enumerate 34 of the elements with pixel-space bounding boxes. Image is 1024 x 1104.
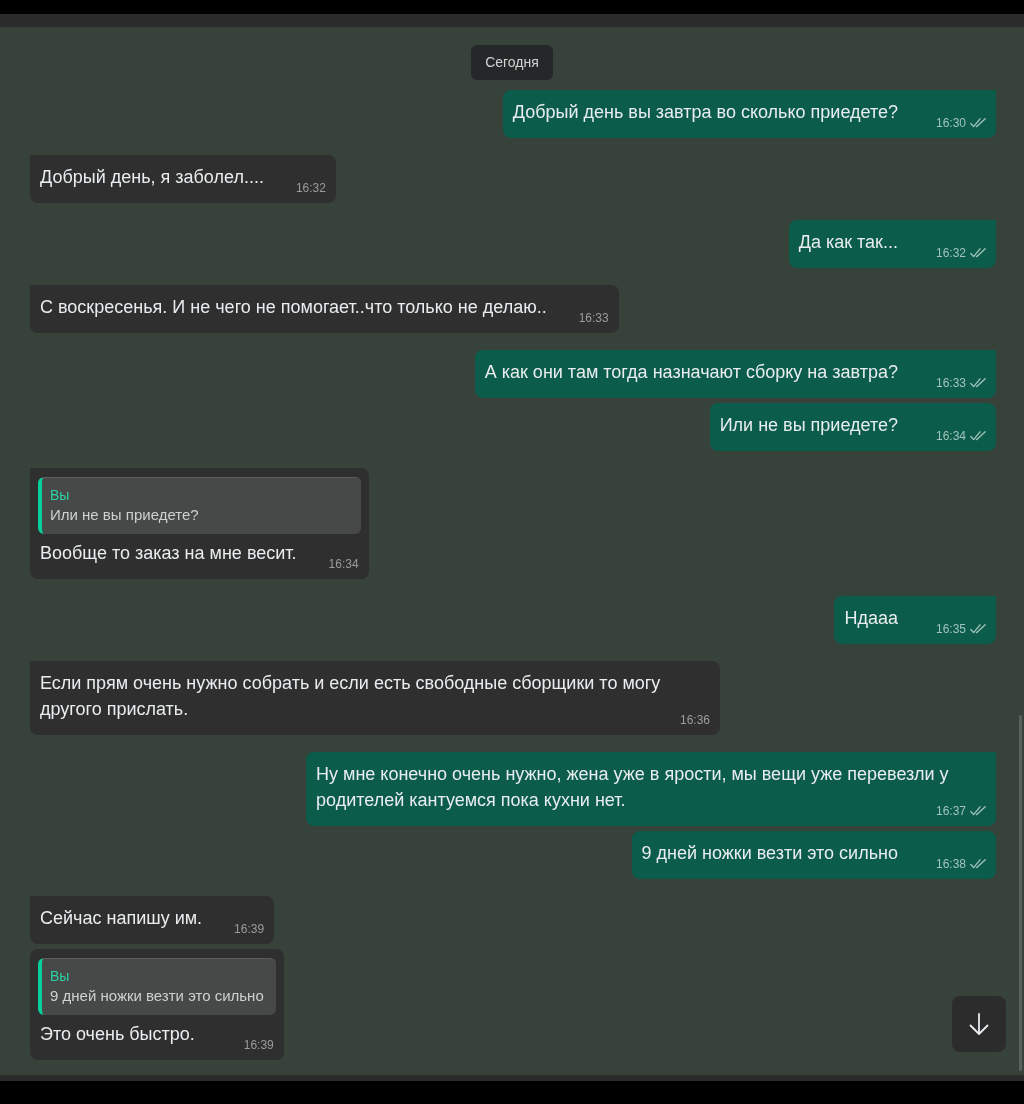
message-text: Сейчас напишу им.	[40, 908, 203, 928]
message-time: 16:30	[935, 116, 966, 130]
quote-author: Вы	[50, 967, 71, 985]
quoted-message[interactable]: Вы Или не вы приедете?	[38, 477, 361, 534]
quoted-message[interactable]: Вы 9 дней ножки везти это сильно	[38, 958, 276, 1015]
message-time: 16:39	[243, 1038, 274, 1052]
scroll-down-button[interactable]	[952, 996, 1006, 1052]
message-text: Это очень быстро.	[40, 1024, 195, 1044]
message-time: 16:33	[935, 376, 966, 390]
message-text: Ндааа	[844, 608, 898, 628]
arrow-down-icon	[969, 1013, 989, 1035]
message-text: 9 дней ножки везти это сильно	[641, 843, 898, 863]
message-time: 16:36	[679, 713, 710, 727]
message-time: 16:34	[935, 429, 966, 443]
quote-text: Или не вы приедете?	[50, 505, 200, 525]
message-text: Да как так...	[798, 232, 898, 252]
message-text: Вообще то заказ на мне весит.	[40, 543, 297, 563]
quote-author: Вы	[50, 486, 71, 504]
message-text: Если прям очень нужно собрать и если есть свободные сборщики то могу другого прислать.	[40, 673, 661, 719]
message-time: 16:39	[234, 922, 265, 936]
date-chip: Сегодня	[471, 45, 553, 80]
message-text: Добрый день, я заболел....	[40, 167, 264, 187]
message-time: 16:38	[935, 857, 966, 871]
message-time: 16:34	[328, 557, 359, 571]
message-text: Или не вы приедете?	[719, 415, 898, 435]
message-text: Добрый день вы завтра во сколько приедете?	[512, 102, 898, 122]
message-time: 16:35	[935, 622, 966, 636]
message-text: А как они там тогда назначают сборку на завтра?	[484, 362, 898, 382]
message-time: 16:33	[578, 311, 609, 325]
message-text: С воскресенья. И не чего не помогает..что только не делаю..	[40, 297, 547, 317]
message-time: 16:32	[935, 246, 966, 260]
quote-text: 9 дней ножки везти это сильно	[50, 986, 264, 1006]
message-time: 16:32	[295, 181, 326, 195]
scrollbar-thumb[interactable]	[1019, 715, 1022, 1071]
